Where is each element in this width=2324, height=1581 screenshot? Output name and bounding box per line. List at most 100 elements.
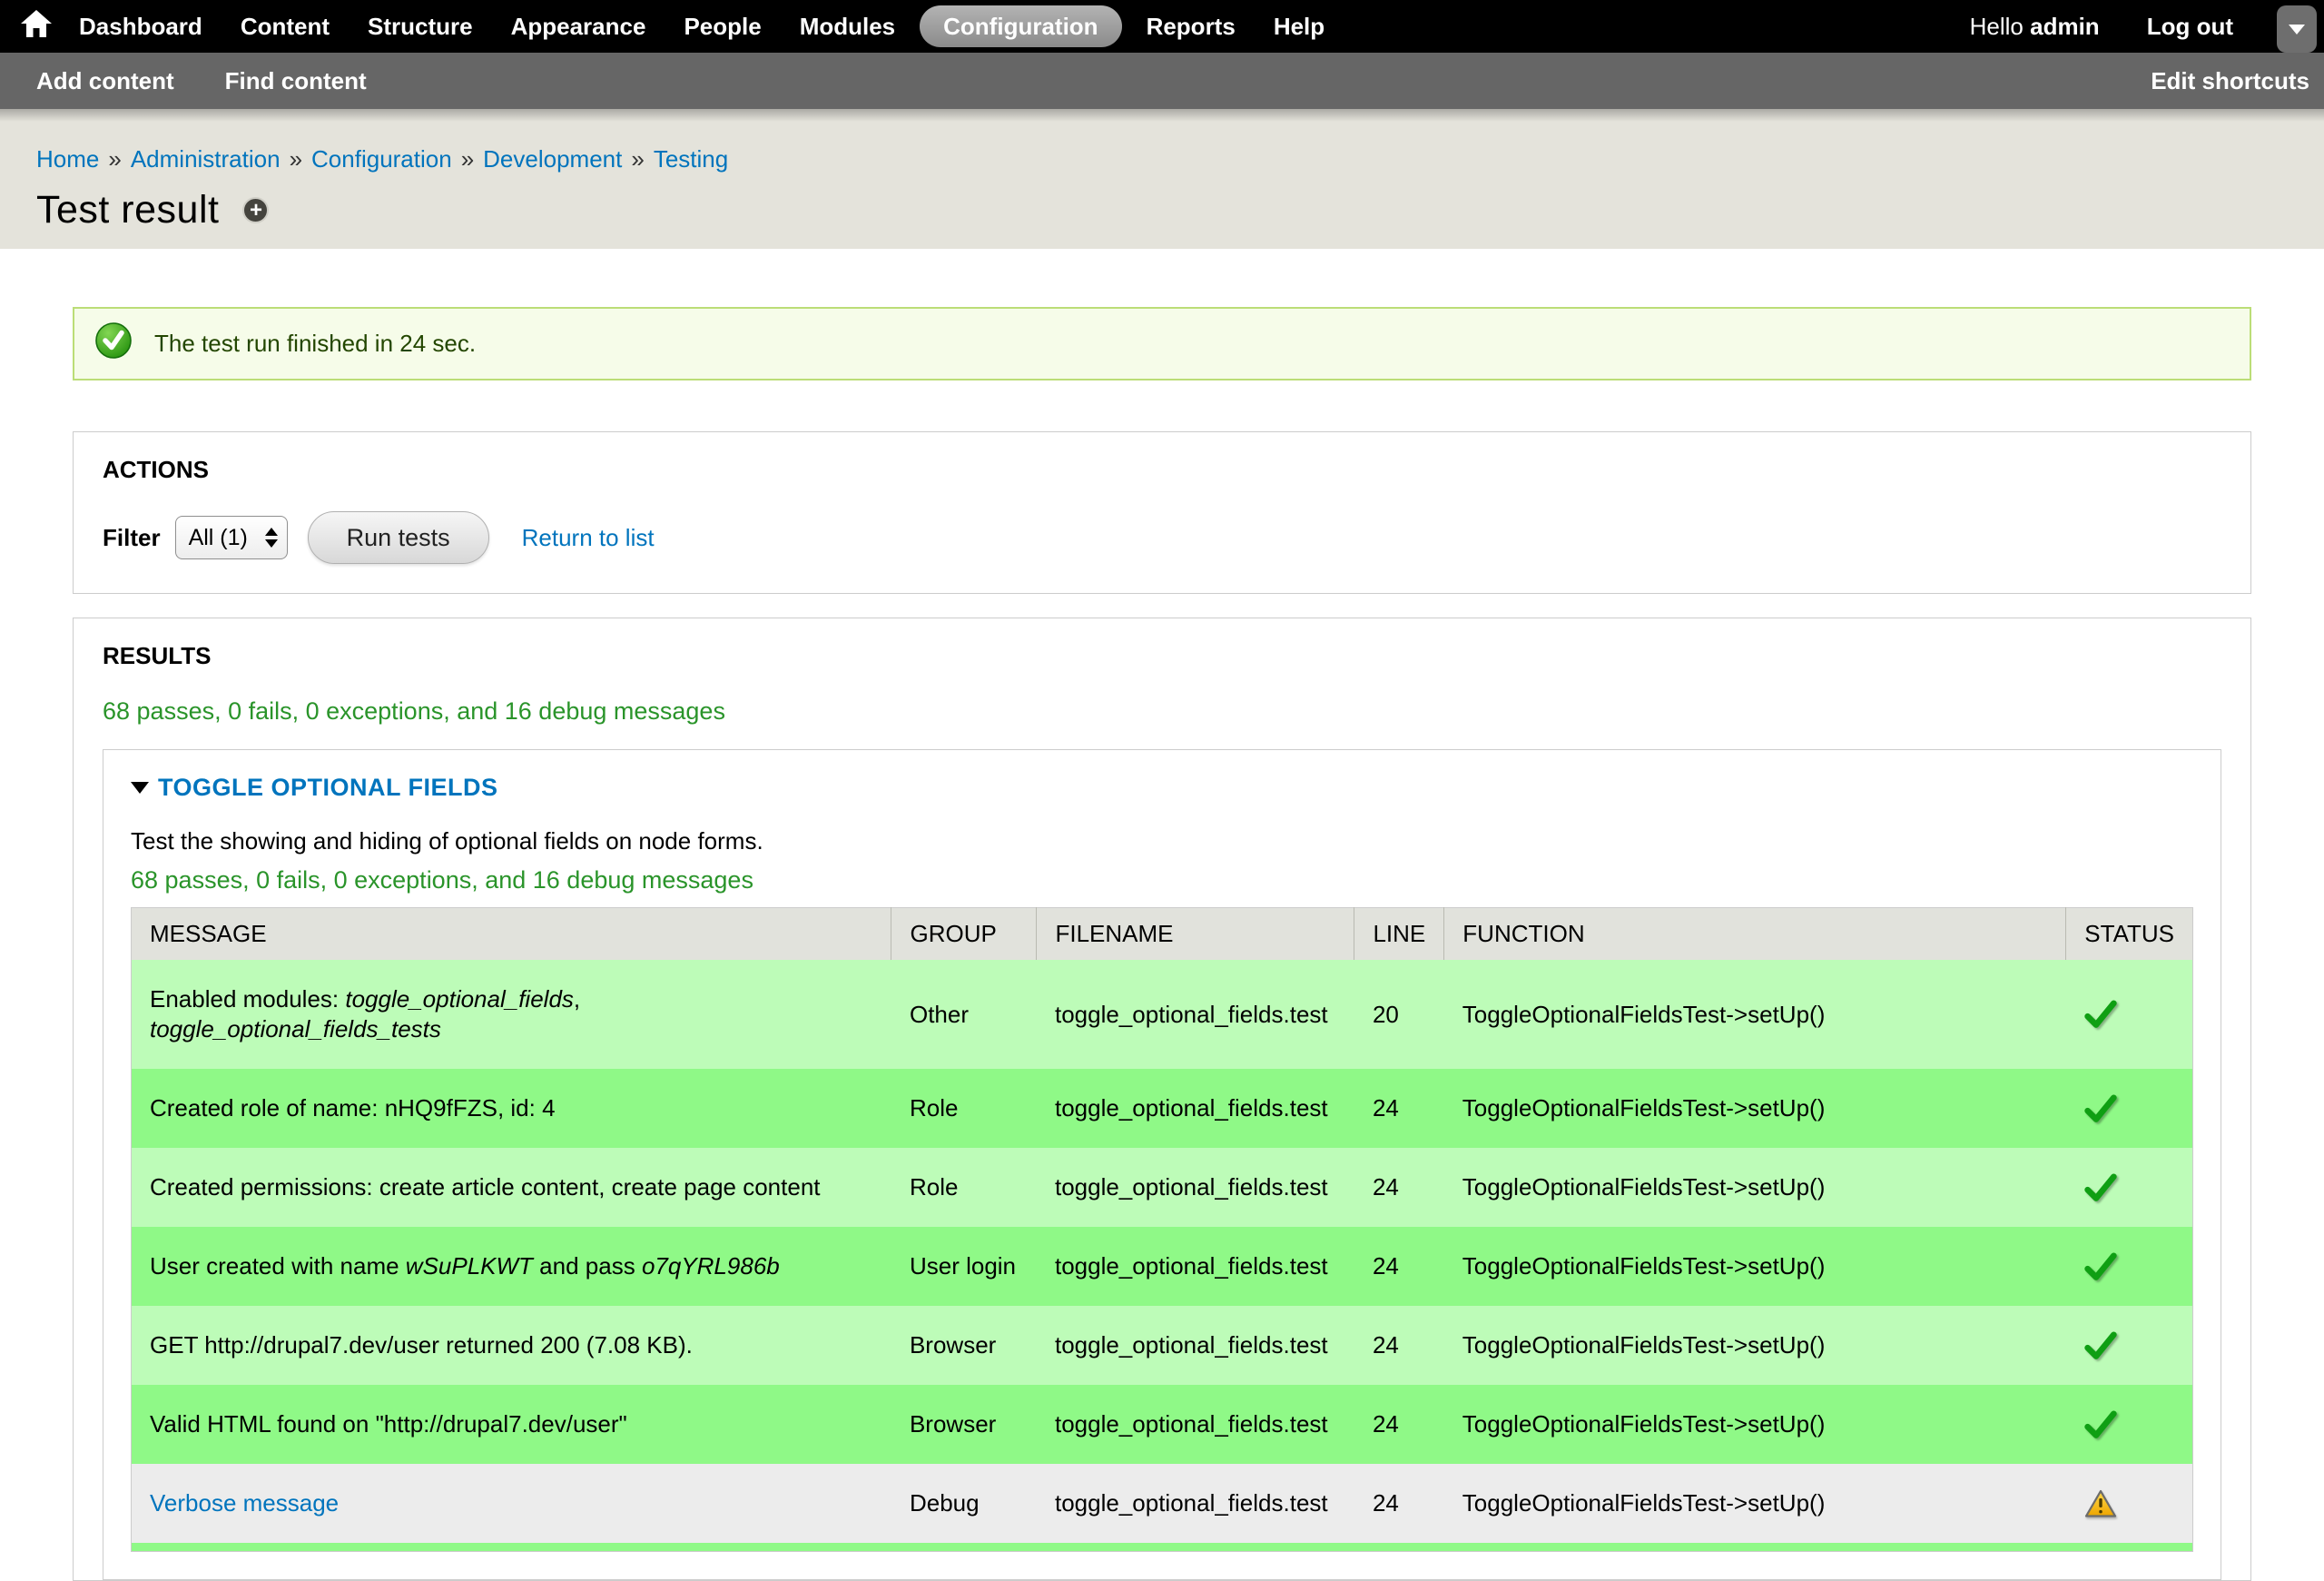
- table-row: Verbose message Debugtoggle_optional_fiel…: [132, 1464, 2193, 1543]
- run-tests-button[interactable]: Run tests: [308, 511, 489, 564]
- toolbar-item-modules[interactable]: Modules: [781, 0, 914, 53]
- cell-function: ToggleOptionalFieldsTest->setUp(): [1444, 1227, 2066, 1306]
- checkmark-icon: [2084, 1094, 2174, 1123]
- logout-link[interactable]: Log out: [2123, 13, 2257, 41]
- table-row: GET http://drupal7.dev/user returned 200…: [132, 1306, 2193, 1385]
- cell-function: ToggleOptionalFieldsTest->setUp(): [1444, 1148, 2066, 1227]
- cell-message: User created with name wSuPLKWT and pass…: [132, 1227, 891, 1306]
- test-group-toggle[interactable]: TOGGLE OPTIONAL FIELDS: [131, 774, 2193, 802]
- cell-group: User login: [891, 1227, 1037, 1306]
- cell-line: 24: [1354, 1069, 1444, 1148]
- home-button[interactable]: [13, 0, 60, 53]
- cell-filename: toggle_optional_fields.test: [1037, 1148, 1354, 1227]
- verbose-message-link[interactable]: Verbose message: [150, 1489, 339, 1517]
- toolbar-username: admin: [2030, 13, 2100, 40]
- main-content: The test run finished in 24 sec. ACTIONS…: [0, 307, 2324, 1581]
- contextual-links-icon[interactable]: +: [242, 197, 269, 223]
- toolbar-greeting: Hello admin: [1946, 13, 2123, 41]
- cell-message: Created permissions: create article cont…: [132, 1148, 891, 1227]
- cell-message: Enabled modules: toggle_optional_fields,…: [132, 960, 891, 1069]
- toolbar-item-structure[interactable]: Structure: [349, 0, 492, 53]
- cell-message: Valid HTML found on "http://drupal7.dev/…: [132, 1385, 891, 1464]
- toolbar-item-help[interactable]: Help: [1255, 0, 1344, 53]
- toolbar-item-appearance[interactable]: Appearance: [492, 0, 665, 53]
- cell-message: GET http://drupal7.dev/user returned 200…: [132, 1306, 891, 1385]
- results-fieldset: RESULTS 68 passes, 0 fails, 0 exceptions…: [73, 618, 2251, 1581]
- cell-status: [2066, 1227, 2193, 1306]
- results-legend: RESULTS: [103, 642, 2221, 670]
- test-group-summary: 68 passes, 0 fails, 0 exceptions, and 16…: [131, 866, 2193, 894]
- status-message: The test run finished in 24 sec.: [73, 307, 2251, 380]
- warning-icon: [2084, 1489, 2174, 1518]
- page-banner: Home»Administration»Configuration»Develo…: [0, 109, 2324, 249]
- toolbar-item-dashboard[interactable]: Dashboard: [60, 0, 222, 53]
- column-header-message: MESSAGE: [132, 908, 891, 961]
- column-header-filename: FILENAME: [1037, 908, 1354, 961]
- cell-function: ToggleOptionalFieldsTest->setUp(): [1444, 1385, 2066, 1464]
- results-table: MESSAGEGROUPFILENAMELINEFUNCTIONSTATUS E…: [131, 907, 2193, 1552]
- breadcrumb-separator: »: [461, 145, 474, 173]
- cell-line: 24: [1354, 1227, 1444, 1306]
- home-icon: [18, 5, 54, 48]
- actions-legend: ACTIONS: [103, 456, 2221, 484]
- toolbar-item-reports[interactable]: Reports: [1128, 0, 1255, 53]
- results-table-body: Enabled modules: toggle_optional_fields,…: [132, 960, 2193, 1551]
- checkmark-icon: [2084, 1331, 2174, 1360]
- cell-status: [2066, 1069, 2193, 1148]
- filter-select[interactable]: All (1): [175, 516, 288, 559]
- shortcut-find-content[interactable]: Find content: [225, 67, 367, 95]
- breadcrumb-link-administration[interactable]: Administration: [131, 145, 281, 173]
- cell-function: ToggleOptionalFieldsTest->setUp(): [1444, 960, 2066, 1069]
- test-group-fieldset: TOGGLE OPTIONAL FIELDS Test the showing …: [103, 749, 2221, 1580]
- select-arrows-icon: [265, 528, 278, 548]
- toolbar-item-content[interactable]: Content: [222, 0, 349, 53]
- column-header-status: STATUS: [2066, 908, 2193, 961]
- cell-line: 20: [1354, 960, 1444, 1069]
- results-table-header-row: MESSAGEGROUPFILENAMELINEFUNCTIONSTATUS: [132, 908, 2193, 961]
- shortcut-add-content[interactable]: Add content: [36, 67, 174, 95]
- cell-filename: toggle_optional_fields.test: [1037, 960, 1354, 1069]
- cell-line: 24: [1354, 1148, 1444, 1227]
- cell-group: Debug: [891, 1464, 1037, 1543]
- table-row: Created role of name: nHQ9fFZS, id: 4Rol…: [132, 1069, 2193, 1148]
- breadcrumb-link-testing[interactable]: Testing: [654, 145, 728, 173]
- cell-function: ToggleOptionalFieldsTest->setUp(): [1444, 1306, 2066, 1385]
- cell-function: ToggleOptionalFieldsTest->setUp(): [1444, 1464, 2066, 1543]
- edit-shortcuts-link[interactable]: Edit shortcuts: [2151, 67, 2309, 95]
- cell-status: [2066, 1464, 2193, 1543]
- filter-label: Filter: [103, 524, 161, 552]
- return-to-list-link[interactable]: Return to list: [522, 524, 655, 552]
- cell-group: Browser: [891, 1306, 1037, 1385]
- table-row: Enabled modules: toggle_optional_fields,…: [132, 960, 2193, 1069]
- toolbar-item-configuration[interactable]: Configuration: [920, 5, 1121, 47]
- table-row: Valid HTML found on "http://drupal7.dev/…: [132, 1385, 2193, 1464]
- toolbar-right: Hello admin Log out: [1946, 13, 2311, 41]
- cell-status: [2066, 1306, 2193, 1385]
- actions-fieldset: ACTIONS Filter All (1) Run tests Return …: [73, 431, 2251, 594]
- breadcrumb-separator: »: [108, 145, 121, 173]
- breadcrumb-link-home[interactable]: Home: [36, 145, 99, 173]
- toolbar-menu: DashboardContentStructureAppearancePeopl…: [60, 0, 1344, 53]
- toolbar-drawer-toggle[interactable]: [2277, 5, 2317, 53]
- checkmark-icon: [2084, 1000, 2174, 1029]
- cell-status: [2066, 1148, 2193, 1227]
- cell-filename: toggle_optional_fields.test: [1037, 1306, 1354, 1385]
- shortcut-bar: Add content Find content Edit shortcuts: [0, 53, 2324, 109]
- chevron-down-icon: [2289, 25, 2305, 35]
- breadcrumb-link-configuration[interactable]: Configuration: [311, 145, 452, 173]
- cell-group: Browser: [891, 1385, 1037, 1464]
- toolbar-item-people[interactable]: People: [665, 0, 780, 53]
- test-group-title: TOGGLE OPTIONAL FIELDS: [158, 774, 498, 802]
- checkmark-icon: [2084, 1173, 2174, 1202]
- table-row-partial: [132, 1543, 2193, 1551]
- admin-toolbar: DashboardContentStructureAppearancePeopl…: [0, 0, 2324, 53]
- success-check-icon: [94, 321, 133, 366]
- checkmark-icon: [2084, 1252, 2174, 1281]
- cell-filename: toggle_optional_fields.test: [1037, 1464, 1354, 1543]
- column-header-line: LINE: [1354, 908, 1444, 961]
- message-emphasis: toggle_optional_fields_tests: [150, 1015, 441, 1042]
- cell-line: 24: [1354, 1306, 1444, 1385]
- page-title: Test result: [36, 188, 219, 232]
- breadcrumb-link-development[interactable]: Development: [483, 145, 622, 173]
- cell-message: Created role of name: nHQ9fFZS, id: 4: [132, 1069, 891, 1148]
